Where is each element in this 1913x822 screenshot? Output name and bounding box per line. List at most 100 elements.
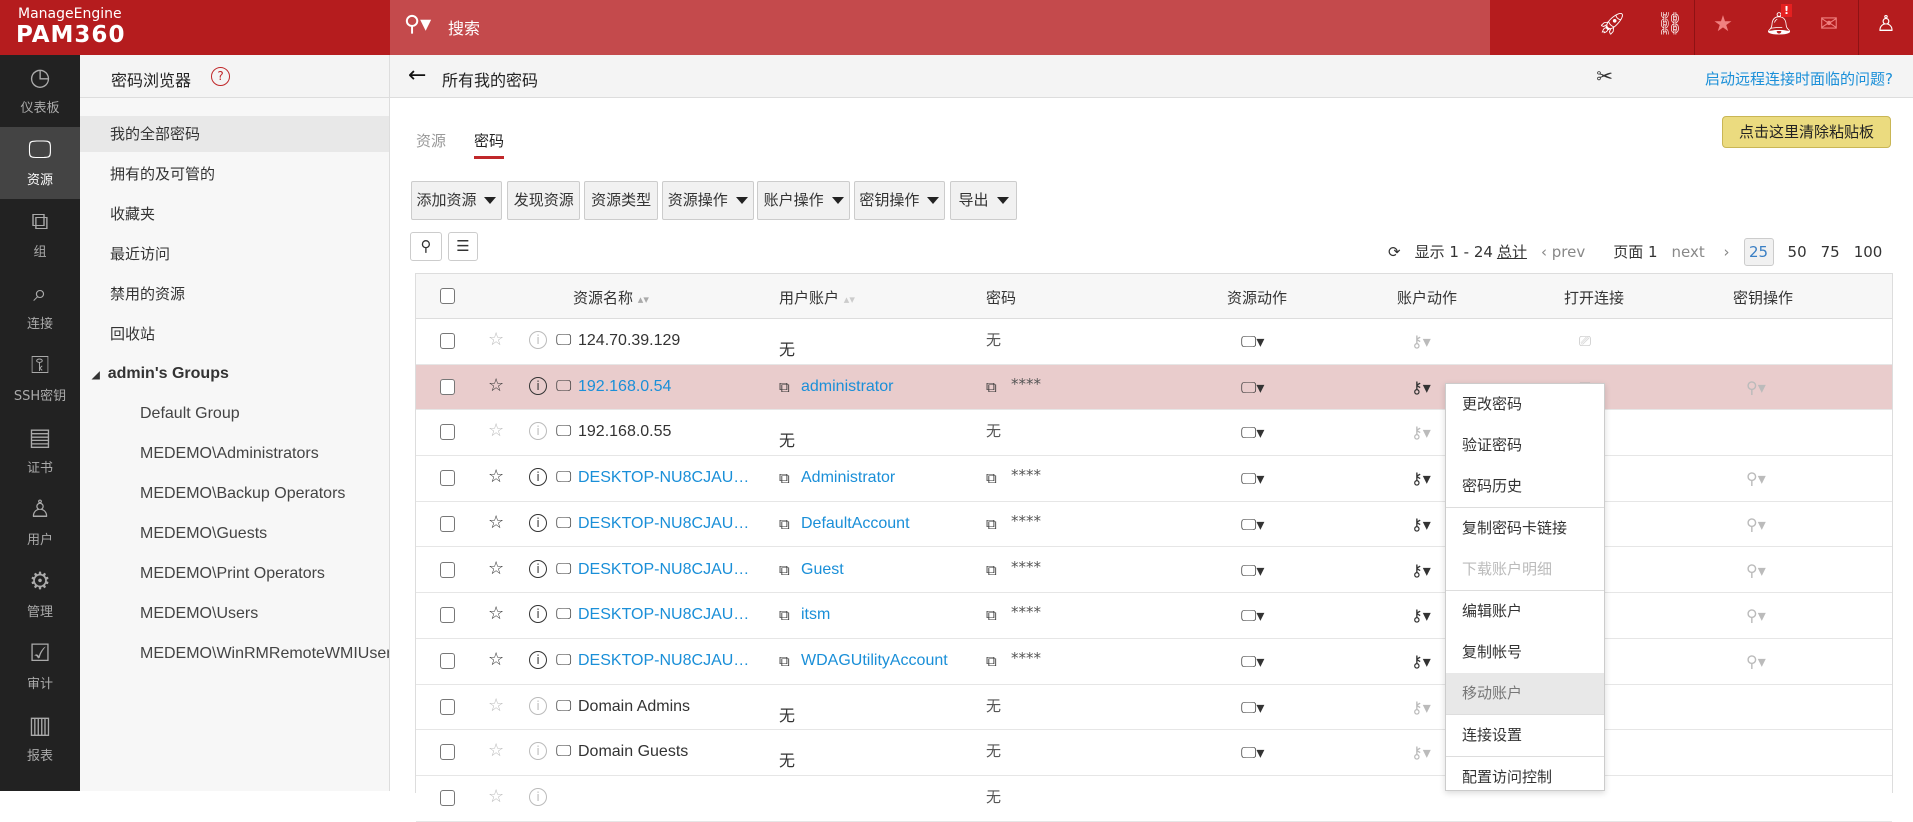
favorite-star-icon[interactable]: ☆ [488, 420, 504, 441]
refresh-icon[interactable]: ⟳ [1388, 243, 1401, 261]
resource-name[interactable]: 192.168.0.54 [578, 378, 671, 396]
back-arrow-icon[interactable]: ← [408, 63, 426, 88]
account-action-icon[interactable]: ⚷▾ [1411, 515, 1431, 534]
copy-icon[interactable]: ⧉ [986, 606, 997, 624]
sidebar-group-item[interactable]: MEDEMO\WinRMRemoteWMIUsers [80, 636, 389, 672]
resource-name[interactable]: DESKTOP-NU8CJAU… [578, 652, 749, 670]
user-account[interactable]: Administrator [801, 469, 895, 487]
logo[interactable]: ManageEngine PAM360 [0, 0, 390, 55]
password[interactable]: **** [1011, 512, 1041, 530]
resource-action-icon[interactable]: 🖵︎▾ [1241, 469, 1264, 489]
nav-item-2[interactable]: ⧉ 组 [0, 199, 80, 271]
row-checkbox[interactable] [440, 744, 455, 761]
tab-passwords[interactable]: 密码 [474, 130, 504, 151]
info-icon[interactable]: i [529, 742, 547, 761]
rocket-icon[interactable]: 🚀︎ [1592, 12, 1632, 37]
key-ops-icon[interactable]: ⚲▾ [1746, 561, 1766, 580]
resource-name[interactable]: DESKTOP-NU8CJAU… [578, 469, 749, 487]
sidebar-group-item[interactable]: MEDEMO\Users [80, 596, 389, 632]
password[interactable]: **** [1011, 466, 1041, 484]
sidebar-group-item[interactable]: MEDEMO\Administrators [80, 436, 389, 472]
page-size-75[interactable]: 75 [1821, 243, 1840, 261]
resource-action-icon[interactable]: 🖵︎▾ [1241, 378, 1264, 398]
search-icon[interactable]: ⚲▾ [404, 12, 431, 37]
mail-icon[interactable]: ✉ [1809, 12, 1849, 37]
favorite-star-icon[interactable]: ☆ [488, 375, 504, 396]
resource-name[interactable]: DESKTOP-NU8CJAU… [578, 515, 749, 533]
nav-item-6[interactable]: ♙ 用户 [0, 487, 80, 559]
toolbar-button-0[interactable]: 添加资源 [410, 181, 503, 220]
resource-action-icon[interactable]: 🖵︎▾ [1241, 515, 1264, 535]
info-icon[interactable]: i [529, 559, 547, 578]
row-checkbox[interactable] [440, 515, 455, 532]
copy-icon[interactable]: ⧉ [986, 561, 997, 579]
nav-item-4[interactable]: ⚿ SSH密钥 [0, 343, 80, 415]
copy-icon[interactable]: ⧉ [986, 515, 997, 533]
resource-action-icon[interactable]: 🖵︎▾ [1241, 606, 1264, 626]
resource-action-icon[interactable]: 🖵︎▾ [1241, 561, 1264, 581]
menu-item[interactable]: 更改密码 [1446, 384, 1604, 425]
clear-clipboard-button[interactable]: 点击这里清除粘贴板 [1722, 116, 1891, 148]
toolbar-button-1[interactable]: 发现资源 [507, 181, 581, 220]
sidebar-group-item[interactable]: Default Group [80, 396, 389, 432]
account-action-icon[interactable]: ⚷▾ [1411, 378, 1431, 397]
copy-icon[interactable]: ⧉ [779, 606, 790, 624]
row-checkbox[interactable] [440, 607, 455, 624]
copy-icon[interactable]: ⧉ [779, 515, 790, 533]
user-star-icon[interactable]: ★ [1703, 12, 1743, 37]
copy-icon[interactable]: ⧉ [986, 469, 997, 487]
sidebar-item[interactable]: 回收站 [80, 316, 389, 352]
user-icon[interactable]: ♙ [1866, 12, 1906, 37]
user-account[interactable]: WDAGUtilityAccount [801, 652, 948, 670]
copy-icon[interactable]: ⧉ [779, 378, 790, 396]
copy-icon[interactable]: ⧉ [779, 469, 790, 487]
favorite-star-icon[interactable]: ☆ [488, 649, 504, 670]
next-button[interactable]: next › [1672, 243, 1730, 261]
account-action-icon[interactable]: ⚷▾ [1411, 469, 1431, 488]
help-icon[interactable]: ? [211, 67, 230, 86]
password[interactable]: **** [1011, 603, 1041, 621]
favorite-star-icon[interactable]: ☆ [488, 695, 504, 716]
copy-icon[interactable]: ⧉ [986, 652, 997, 670]
col-resource-name[interactable]: 资源名称 ▴▾ [573, 287, 649, 308]
account-action-icon[interactable]: ⚷▾ [1411, 652, 1431, 671]
collapse-icon[interactable]: ◢ [92, 370, 100, 381]
bell-icon[interactable]: 🔔︎! [1759, 4, 1799, 37]
resource-action-icon[interactable]: 🖵︎▾ [1241, 652, 1264, 672]
info-icon[interactable]: i [529, 696, 547, 715]
menu-item[interactable]: 验证密码 [1446, 425, 1604, 466]
toolbar-button-3[interactable]: 资源操作 [662, 181, 754, 220]
copy-icon[interactable]: ⧉ [779, 561, 790, 579]
row-checkbox[interactable] [440, 333, 455, 349]
resource-name[interactable]: DESKTOP-NU8CJAU… [578, 561, 749, 579]
column-list-button[interactable]: ☰ [448, 232, 478, 261]
password[interactable]: **** [1011, 649, 1041, 667]
resource-action-icon[interactable]: 🖵︎▾ [1241, 698, 1264, 718]
col-user-account[interactable]: 用户账户 ▴▾ [779, 287, 855, 308]
nav-item-7[interactable]: ⚙ 管理 [0, 559, 80, 631]
key-ops-icon[interactable]: ⚲▾ [1746, 469, 1766, 488]
nav-item-9[interactable]: ▥ 报表 [0, 703, 80, 775]
sidebar-item[interactable]: 我的全部密码 [80, 116, 389, 152]
sidebar-group-item[interactable]: MEDEMO\Guests [80, 516, 389, 552]
info-icon[interactable]: i [529, 650, 547, 669]
key-ops-icon[interactable]: ⚲▾ [1746, 606, 1766, 625]
user-account[interactable]: administrator [801, 378, 893, 396]
prev-button[interactable]: ‹ prev [1541, 243, 1599, 261]
row-checkbox[interactable] [440, 790, 455, 806]
copy-icon[interactable]: ⧉ [779, 652, 790, 670]
tab-resources[interactable]: 资源 [416, 130, 446, 151]
favorite-star-icon[interactable]: ☆ [488, 466, 504, 487]
nav-item-1[interactable]: 🖵 资源 [0, 127, 80, 199]
row-checkbox[interactable] [440, 652, 455, 669]
toolbar-button-5[interactable]: 密钥操作 [853, 181, 946, 220]
menu-item[interactable]: 编辑账户 [1446, 591, 1604, 632]
sidebar-item[interactable]: 拥有的及可管的 [80, 156, 389, 192]
nav-item-8[interactable]: ☑ 审计 [0, 631, 80, 703]
nav-item-5[interactable]: ▤ 证书 [0, 415, 80, 487]
page-size-100[interactable]: 100 [1854, 243, 1883, 261]
open-connection-icon[interactable]: ⎚ [1579, 332, 1591, 350]
sidebar-group-header[interactable]: ◢ admin's Groups [80, 356, 389, 392]
row-checkbox[interactable] [440, 378, 455, 395]
sidebar-item[interactable]: 禁用的资源 [80, 276, 389, 312]
